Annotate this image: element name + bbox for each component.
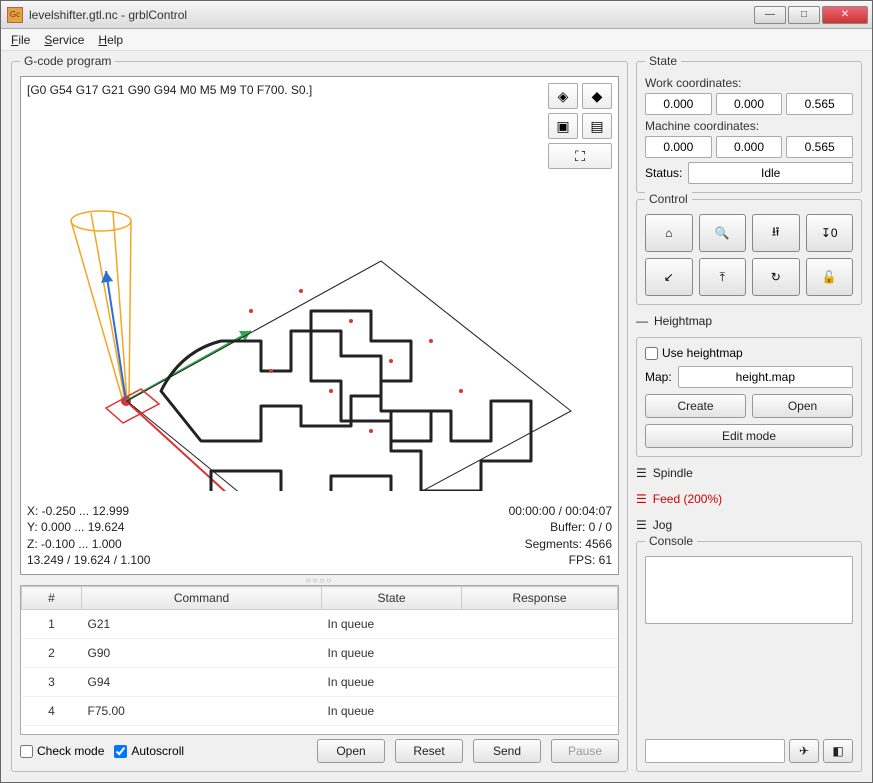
app-window: Gc levelshifter.gtl.nc - grblControl — □… [0, 0, 873, 783]
restore-origin-button[interactable]: ↙ [645, 258, 693, 296]
zero-z-icon: ↧0 [821, 226, 838, 240]
machine-coords-label: Machine coordinates: [645, 119, 853, 133]
console-group: Console ✈ ◧ [636, 541, 862, 772]
safe-z-icon: ⤒ [720, 270, 725, 285]
console-title: Console [645, 534, 697, 548]
close-button[interactable]: ✕ [822, 6, 868, 24]
zero-xy-button[interactable]: ⭿ [752, 214, 800, 252]
status-label: Status: [645, 166, 682, 180]
heightmap-edit-button[interactable]: Edit mode [645, 424, 853, 448]
z-probe-button[interactable]: 🔍 [699, 214, 747, 252]
view-iso-wire-icon[interactable]: ◈ [548, 83, 578, 109]
gcode-table[interactable]: # Command State Response 1G21In queue 2G… [20, 585, 619, 735]
eraser-icon: ◧ [832, 744, 843, 758]
reset-button[interactable]: Reset [395, 739, 463, 763]
map-label: Map: [645, 370, 672, 384]
table-row[interactable]: 2G90In queue [22, 639, 618, 668]
gcode-title: G-code program [20, 54, 115, 68]
view-iso-solid-icon[interactable]: ◆ [582, 83, 612, 109]
console-output[interactable] [645, 556, 853, 624]
menu-file[interactable]: File [11, 33, 30, 47]
state-title: State [645, 54, 681, 68]
send-icon: ✈ [799, 744, 809, 758]
left-column: G-code program [G0 G54 G17 G21 G90 G94 M… [11, 61, 628, 772]
console-input[interactable] [645, 739, 785, 763]
heightmap-create-button[interactable]: Create [645, 394, 746, 418]
unlock-button[interactable]: 🔓 [806, 258, 854, 296]
table-row[interactable]: 1G21In queue [22, 610, 618, 639]
right-column: State Work coordinates: 0.000 0.000 0.56… [636, 61, 862, 772]
console-clear-button[interactable]: ◧ [823, 739, 853, 763]
home-button[interactable]: ⌂ [645, 214, 693, 252]
minimize-button[interactable]: — [754, 6, 786, 24]
machine-y: 0.000 [716, 136, 783, 158]
open-button[interactable]: Open [317, 739, 385, 763]
restore-origin-icon: ↙ [664, 270, 674, 284]
feed-toggle[interactable]: ☰ Feed (200%) [636, 489, 862, 509]
spindle-toggle[interactable]: ☰ Spindle [636, 463, 862, 483]
control-group: Control ⌂ 🔍 ⭿ ↧0 ↙ ⤒ ↻ 🔓 [636, 199, 862, 305]
use-heightmap-checkbox[interactable]: Use heightmap [645, 346, 853, 360]
send-button[interactable]: Send [473, 739, 541, 763]
map-filename[interactable]: height.map [678, 366, 853, 388]
pause-button[interactable]: Pause [551, 739, 619, 763]
col-response[interactable]: Response [462, 587, 618, 610]
work-y: 0.000 [716, 93, 783, 115]
window-title: levelshifter.gtl.nc - grblControl [29, 8, 754, 22]
menu-service[interactable]: Service [44, 33, 84, 47]
heightmap-open-button[interactable]: Open [752, 394, 853, 418]
state-group: State Work coordinates: 0.000 0.000 0.56… [636, 61, 862, 193]
bottom-bar: Check mode Autoscroll Open Reset Send Pa… [20, 735, 619, 763]
gcode-viewport[interactable]: [G0 G54 G17 G21 G90 G94 M0 M5 M9 T0 F700… [20, 76, 619, 575]
col-state[interactable]: State [322, 587, 462, 610]
home-icon: ⌂ [665, 226, 672, 240]
table-row[interactable]: 3G94In queue [22, 668, 618, 697]
gcode-group: G-code program [G0 G54 G17 G21 G90 G94 M… [11, 61, 628, 772]
app-icon: Gc [7, 7, 23, 23]
titlebar[interactable]: Gc levelshifter.gtl.nc - grblControl — □… [1, 1, 872, 29]
refresh-icon: ↻ [771, 270, 781, 284]
console-send-button[interactable]: ✈ [789, 739, 819, 763]
viewport-stats-right: 00:00:00 / 00:04:07 Buffer: 0 / 0 Segmen… [509, 503, 612, 568]
machine-x: 0.000 [645, 136, 712, 158]
splitter-handle[interactable]: ○○○○ [20, 575, 619, 585]
heightmap-toggle[interactable]: — Heightmap [636, 311, 862, 331]
status-value: Idle [688, 162, 853, 184]
machine-z: 0.565 [786, 136, 853, 158]
viewport-stats-left: X: -0.250 ... 12.999 Y: 0.000 ... 19.624… [27, 503, 150, 568]
maximize-button[interactable]: □ [788, 6, 820, 24]
gcode-header-line: [G0 G54 G17 G21 G90 G94 M0 M5 M9 T0 F700… [27, 83, 312, 97]
magnifier-down-icon: 🔍 [715, 226, 730, 240]
work-z: 0.565 [786, 93, 853, 115]
unlock-icon: 🔓 [822, 270, 837, 284]
jog-toggle[interactable]: ☰ Jog [636, 515, 862, 535]
menu-help[interactable]: Help [98, 33, 123, 47]
autoscroll-checkbox[interactable]: Autoscroll [114, 744, 184, 758]
reset-grbl-button[interactable]: ↻ [752, 258, 800, 296]
col-command[interactable]: Command [82, 587, 322, 610]
col-index[interactable]: # [22, 587, 82, 610]
menubar: File Service Help [1, 29, 872, 51]
work-x: 0.000 [645, 93, 712, 115]
toolpath-preview [31, 111, 591, 491]
work-coords-label: Work coordinates: [645, 76, 853, 90]
zero-xy-icon: ⭿ [772, 223, 780, 244]
control-title: Control [645, 192, 692, 206]
zero-z-button[interactable]: ↧0 [806, 214, 854, 252]
check-mode-checkbox[interactable]: Check mode [20, 744, 104, 758]
safe-z-button[interactable]: ⤒ [699, 258, 747, 296]
content-area: G-code program [G0 G54 G17 G21 G90 G94 M… [1, 51, 872, 782]
table-row[interactable]: 4F75.00In queue [22, 697, 618, 726]
heightmap-group: Use heightmap Map: height.map Create Ope… [636, 337, 862, 457]
